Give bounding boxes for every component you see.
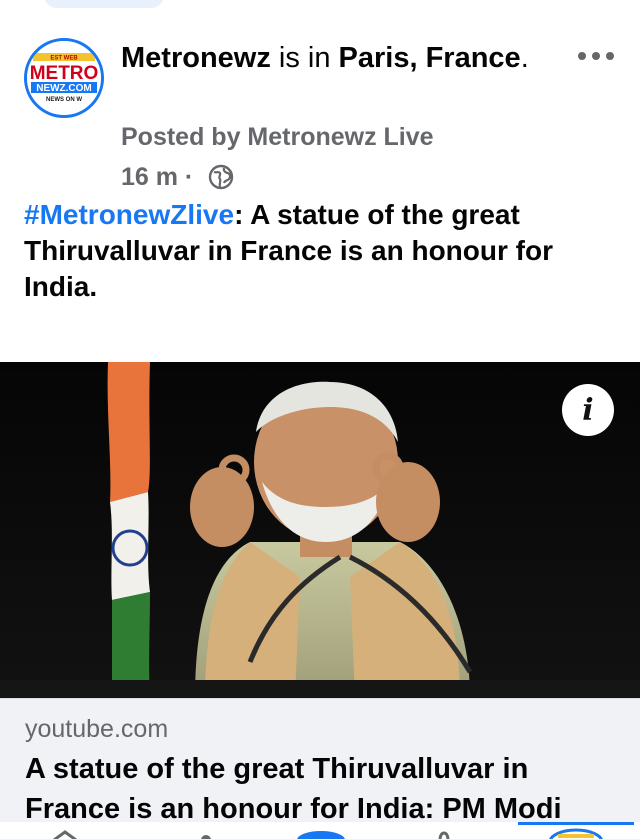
video-thumbnail[interactable]: i	[0, 362, 640, 698]
home-tab-icon[interactable]	[50, 830, 80, 839]
link-domain: youtube.com	[25, 715, 169, 743]
time-separator: ·	[177, 162, 201, 191]
avatar-line2: NEWZ.COM	[36, 83, 92, 94]
location-link[interactable]: Paris, France	[339, 42, 521, 74]
globe-icon	[208, 164, 234, 190]
page-name-link[interactable]: Metronewz	[121, 42, 271, 74]
avatar-bottom-text: NEWS ON W	[46, 97, 82, 103]
info-icon[interactable]: i	[562, 384, 614, 436]
notifications-tab-icon[interactable]	[434, 830, 454, 839]
page-avatar[interactable]: EST WEB METRO NEWZ.COM NEWS ON W	[24, 38, 104, 118]
bottom-tab-bar	[0, 822, 640, 839]
avatar-top-text: EST WEB	[50, 56, 78, 62]
more-options-icon[interactable]	[578, 46, 614, 66]
posted-by-line: Posted by Metronewz Live	[121, 123, 434, 151]
active-tab-indicator	[518, 822, 634, 825]
post-title-line: Metronewz is in Paris, France.	[121, 38, 561, 78]
info-icon-label: i	[582, 392, 594, 428]
post-header: EST WEB METRO NEWZ.COM NEWS ON W Metrone…	[0, 0, 640, 340]
avatar-line1: METRO	[30, 63, 99, 84]
groups-tab-icon[interactable]	[295, 828, 347, 839]
link-title[interactable]: A statue of the great Thiruvalluvar in F…	[25, 749, 625, 829]
location-suffix: .	[520, 42, 529, 74]
video-thumbnail-image	[0, 362, 640, 698]
post-text: #MetronewZlive: A statue of the great Th…	[24, 197, 624, 305]
post-meta: 16 m ·	[121, 160, 234, 194]
link-preview-card[interactable]: youtube.com A statue of the great Thiruv…	[0, 698, 640, 840]
watch-tab-icon[interactable]	[196, 830, 216, 839]
hashtag-link[interactable]: #MetronewZlive	[24, 199, 234, 230]
profile-tab-avatar-icon[interactable]	[548, 828, 604, 839]
post-time[interactable]: 16 m	[121, 163, 178, 192]
is-in-text: is in	[270, 42, 339, 74]
